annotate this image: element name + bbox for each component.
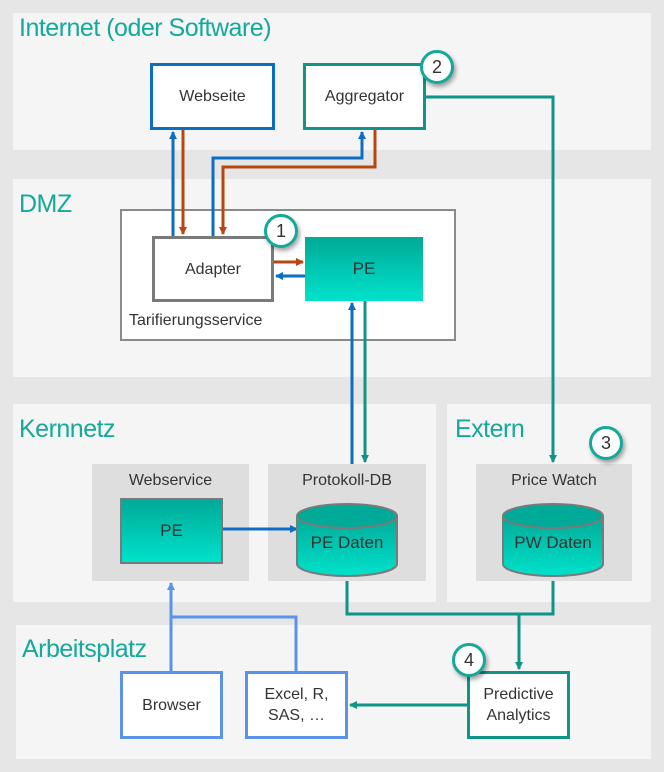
badge-1: 1 [264, 214, 298, 248]
badge-2: 2 [420, 50, 454, 84]
connector-aggregator-to-adapter [219, 130, 377, 235]
badge-3: 3 [589, 426, 623, 460]
connector-aggregator-to-pricewatch [426, 95, 557, 463]
connector-pedaten-to-predictive [345, 581, 555, 616]
database-pe-daten-label: PE Daten [310, 533, 384, 552]
connector-layer [167, 95, 604, 709]
database-pw-daten-label: PW Daten [514, 533, 592, 552]
badge-4: 4 [452, 643, 486, 677]
connector-excel-to-webservice [171, 615, 298, 671]
